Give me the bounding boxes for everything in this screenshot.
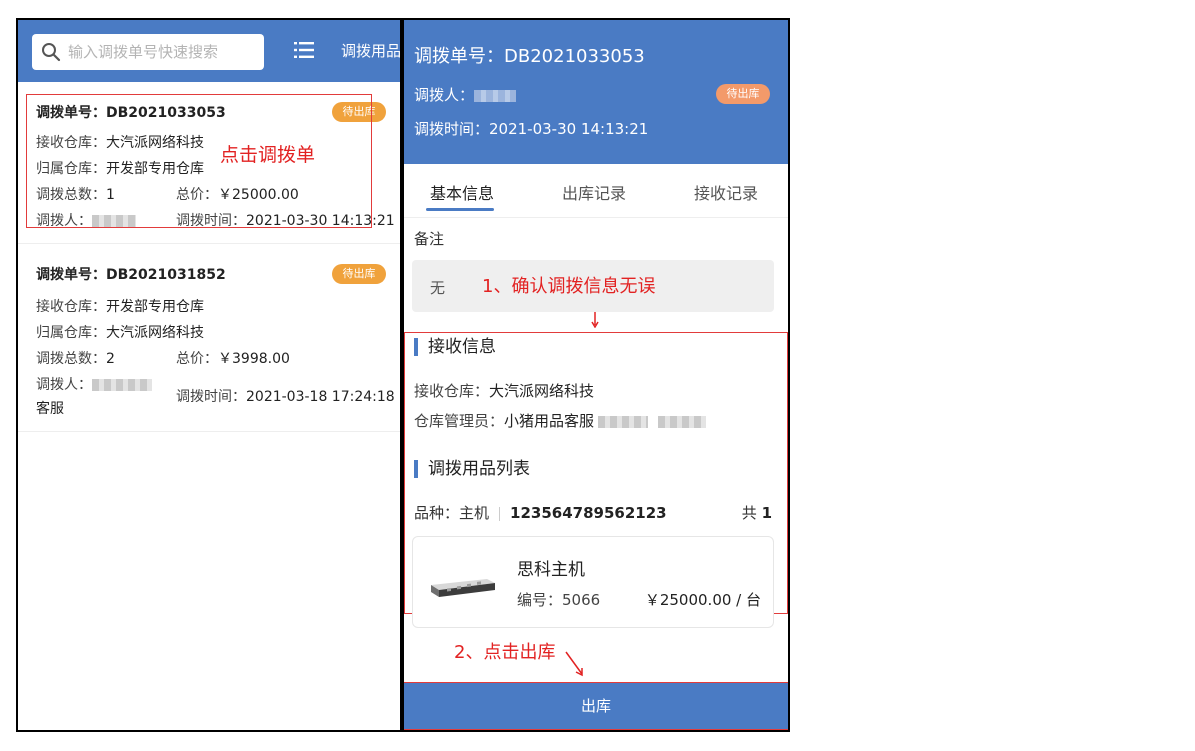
annotation-confirm-info: 1、确认调拨信息无误 [482, 276, 656, 297]
detail-time: 调拨时间：2021-03-30 14:13:21 [414, 120, 649, 138]
receive-warehouse-line: 接收仓库：大汽派网络科技 [414, 382, 595, 400]
variety-line: 品种：主机 123564789562123 [414, 504, 667, 522]
list-icon[interactable] [294, 40, 314, 60]
status-badge: 待出库 [716, 84, 770, 104]
search-input[interactable] [68, 34, 258, 70]
search-icon [42, 43, 61, 62]
variety-code: 123564789562123 [510, 504, 667, 522]
detail-transferrer: 调拨人： [414, 84, 517, 105]
receive-warehouse-line: 接收仓库：开发部专用仓库 [36, 299, 204, 315]
product-price: ￥25000.00 / 台 [644, 591, 761, 609]
arrow-down-icon [591, 312, 599, 328]
detail-tabs: 基本信息 出库记录 接收记录 [404, 164, 788, 218]
status-badge: 待出库 [332, 264, 386, 284]
active-tab-indicator [426, 208, 494, 211]
highlight-box [26, 94, 372, 228]
outbound-button[interactable]: 出库 [404, 682, 788, 730]
count-line: 调拨总数：2 [36, 351, 115, 367]
belong-warehouse-line: 归属仓库：大汽派网络科技 [36, 325, 204, 341]
tab-basic-info[interactable]: 基本信息 [430, 180, 494, 204]
order-detail-screen: 调拨单号：DB2021033053 调拨人： 待出库 调拨时间：2021-03-… [402, 18, 790, 732]
tab-outbound-records[interactable]: 出库记录 [562, 180, 626, 204]
blurred-contact [598, 415, 649, 428]
price-line: 总价：￥3998.00 [176, 351, 290, 367]
product-number: 编号：5066 [517, 591, 601, 609]
order-number-line: 调拨单号：DB2021031852 [36, 267, 226, 283]
remarks-label: 备注 [414, 230, 445, 248]
product-name: 思科主机 [517, 560, 585, 580]
annotation-click-outbound: 2、点击出库 [454, 642, 556, 663]
order-list-screen: 调拨用品 调拨单号：DB2021033053 待出库 接收仓库：大汽派网络科技 … [16, 18, 402, 732]
blurred-name [474, 89, 517, 102]
annotation-click-card: 点击调拨单 [220, 144, 316, 166]
variety-total: 共 1 [741, 504, 772, 522]
supplies-link[interactable]: 调拨用品 [341, 40, 400, 61]
remarks-value: 无 [430, 279, 446, 297]
order-card[interactable]: 调拨单号：DB2021031852 待出库 接收仓库：开发部专用仓库 归属仓库：… [18, 246, 400, 432]
manager-line: 仓库管理员：小猪用品客服 [414, 410, 707, 431]
product-card[interactable]: 思科主机 编号：5066 ￥25000.00 / 台 [412, 536, 774, 628]
search-box[interactable] [32, 34, 264, 70]
list-header: 调拨用品 [18, 20, 400, 82]
blurred-contact [658, 415, 707, 428]
product-image [431, 579, 495, 597]
items-list-title: 调拨用品列表 [414, 460, 530, 478]
time-line: 调拨时间：2021-03-18 17:24:18 [176, 389, 395, 405]
transferrer-line: 调拨人： [36, 374, 152, 394]
transferrer-extra: 客服 [36, 401, 64, 417]
tab-receive-records[interactable]: 接收记录 [694, 180, 758, 204]
detail-header: 调拨单号：DB2021033053 调拨人： 待出库 调拨时间：2021-03-… [404, 20, 788, 164]
arrow-diagonal-icon [565, 651, 583, 677]
receive-info-title: 接收信息 [414, 338, 496, 356]
remarks-box: 无 1、确认调拨信息无误 [412, 260, 774, 312]
detail-order-number: 调拨单号：DB2021033053 [414, 46, 645, 67]
blurred-name [92, 379, 152, 391]
